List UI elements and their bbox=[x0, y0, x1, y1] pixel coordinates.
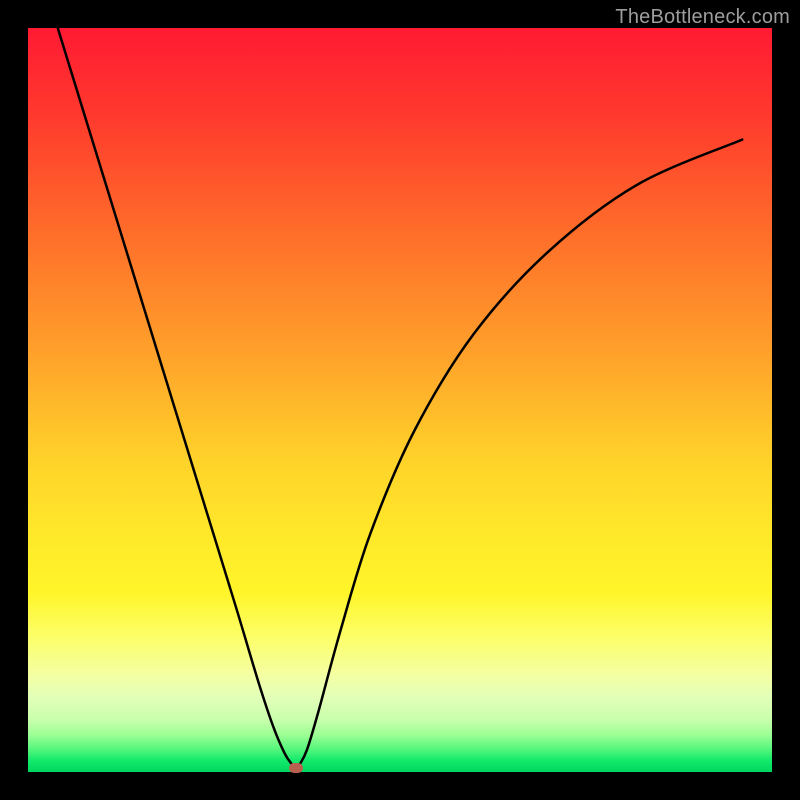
bottleneck-curve bbox=[28, 28, 772, 772]
chart-frame: TheBottleneck.com bbox=[0, 0, 800, 800]
plot-area bbox=[28, 28, 772, 772]
watermark-text: TheBottleneck.com bbox=[615, 6, 790, 29]
minimum-marker bbox=[289, 763, 303, 773]
